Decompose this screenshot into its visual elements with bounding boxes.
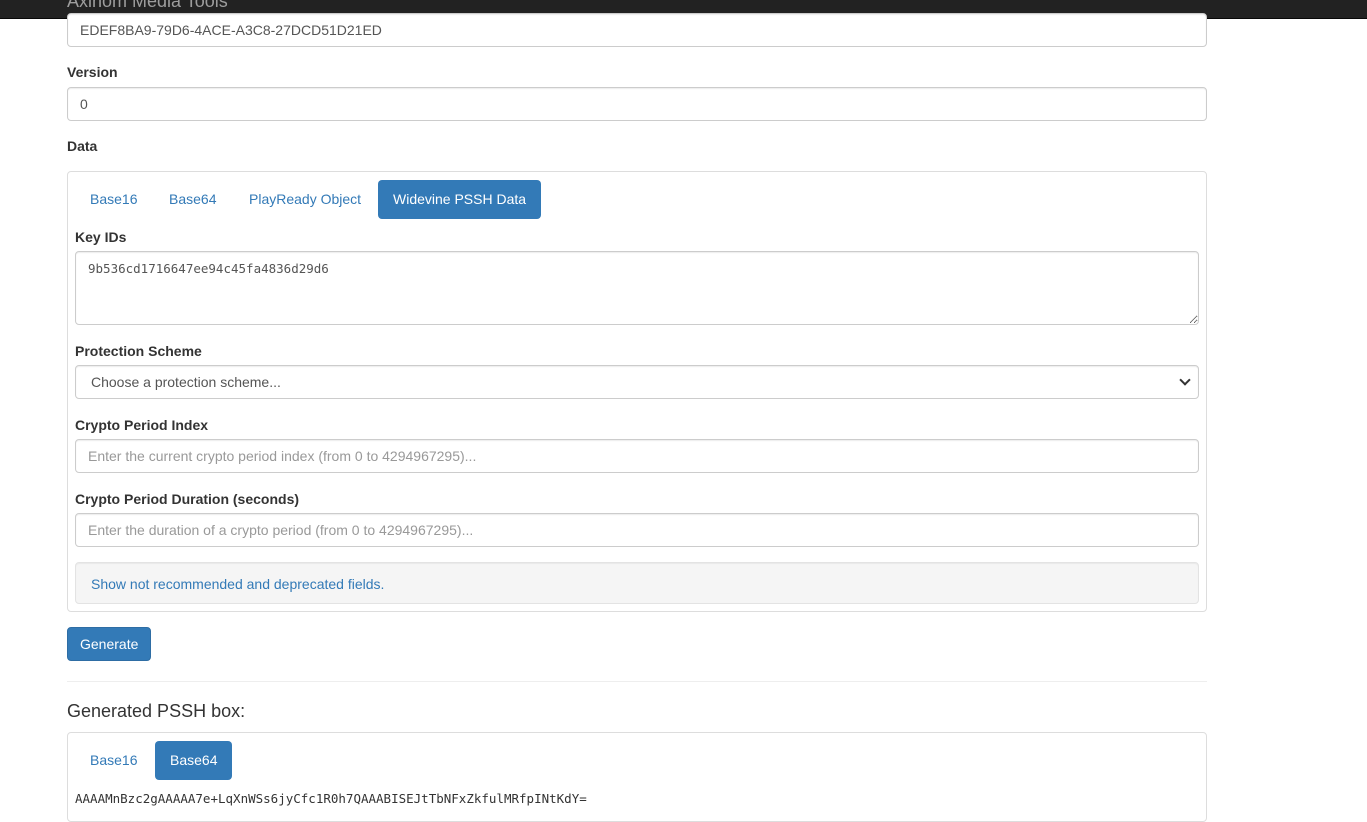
crypto-period-index-label: Crypto Period Index [75,417,209,433]
generated-pssh-title: Generated PSSH box: [67,701,246,721]
key-ids-label: Key IDs [75,229,127,245]
show-deprecated-fields-link[interactable]: Show not recommended and deprecated fiel… [91,574,384,594]
deprecated-fields-well: Show not recommended and deprecated fiel… [75,562,1199,604]
data-label: Data [67,138,98,154]
tab-widevine-pssh-data[interactable]: Widevine PSSH Data [378,180,541,219]
crypto-period-duration-label: Crypto Period Duration (seconds) [75,491,300,507]
generate-button[interactable]: Generate [67,627,152,661]
protection-scheme-select-wrap: Choose a protection scheme... [75,365,1199,399]
generated-pssh-value: AAAAMnBzc2gAAAAA7e+LqXnWSs6jyCfc1R0h7QAA… [75,791,587,806]
system-id-input[interactable] [67,13,1207,47]
protection-scheme-label: Protection Scheme [75,343,202,359]
crypto-period-index-input[interactable] [75,439,1199,473]
tab-playready-object[interactable]: PlayReady Object [234,180,376,219]
divider [67,681,1207,682]
crypto-period-duration-input[interactable] [75,513,1199,547]
output-tab-base16[interactable]: Base16 [75,741,152,780]
version-input[interactable] [67,87,1207,121]
navbar-brand[interactable]: Axinom Media Tools [67,0,228,11]
protection-scheme-select[interactable]: Choose a protection scheme... [75,365,1199,399]
tab-base64[interactable]: Base64 [154,180,231,219]
tab-base16[interactable]: Base16 [75,180,152,219]
data-panel: Base16 Base64 PlayReady Object Widevine … [67,171,1207,612]
output-tab-base64[interactable]: Base64 [155,741,232,780]
output-panel: Base16 Base64 AAAAMnBzc2gAAAAA7e+LqXnWSs… [67,732,1207,822]
version-label: Version [67,64,118,80]
key-ids-textarea[interactable]: 9b536cd1716647ee94c45fa4836d29d6 [75,251,1199,325]
